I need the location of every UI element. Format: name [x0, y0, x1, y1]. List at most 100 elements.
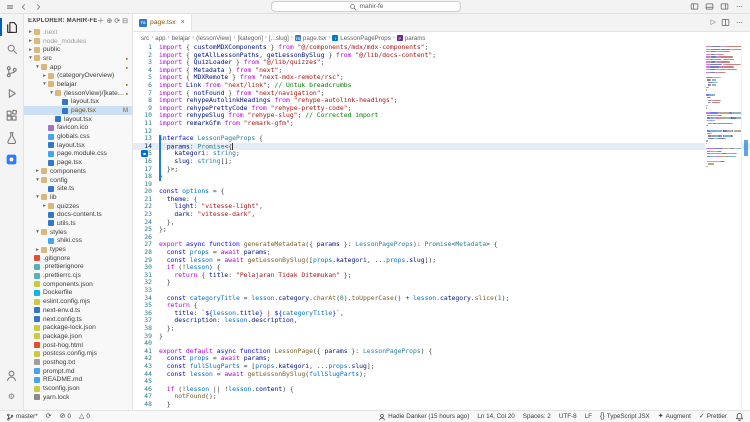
more-icon[interactable]: [735, 18, 744, 27]
tree-item-globals.css[interactable]: globals.css: [24, 132, 132, 141]
breadcrumb--...slug-[interactable]: [...slug]: [269, 35, 289, 42]
status-0[interactable]: ⊘ 0: [60, 413, 71, 420]
status-lf[interactable]: LF: [585, 413, 592, 420]
line-number[interactable]: 8: [133, 97, 159, 105]
tree-item-layout.tsx[interactable]: layout.tsx: [24, 98, 132, 107]
status-0[interactable]: △ 0: [79, 413, 90, 420]
new-file-icon[interactable]: ＋: [97, 18, 104, 25]
tree-item-docs-content.ts[interactable]: docs-content.ts: [24, 210, 132, 219]
status-master[interactable]: master*: [6, 413, 38, 421]
tree-item--lessonView-kategori-...slug-[interactable]: ▾ (lessonView)/[kategori]/[...slug]●: [24, 89, 132, 98]
tree-item-prompt.md[interactable]: prompt.md: [24, 367, 132, 376]
status-augment[interactable]: ✦ Augment: [658, 413, 691, 420]
tab-page.tsx[interactable]: TS page.tsx ×: [133, 14, 192, 31]
status-typescript-jsx[interactable]: {} TypeScript JSX: [600, 413, 650, 420]
tree-item-page.tsx[interactable]: page.tsx: [24, 158, 132, 167]
tree-item-README.md[interactable]: README.md: [24, 376, 132, 385]
tree-item-posthog.txt[interactable]: posthog.txt: [24, 358, 132, 367]
activity-account-icon[interactable]: [0, 364, 24, 386]
tree-item-shiki.css[interactable]: shiki.css: [24, 237, 132, 246]
run-icon[interactable]: ▷: [711, 19, 716, 26]
status-prettier[interactable]: ✓ Prettier: [699, 413, 727, 420]
breadcrumb-src[interactable]: src: [141, 35, 149, 42]
code-line-39[interactable]: 39}: [133, 332, 750, 341]
line-number[interactable]: 6: [133, 81, 159, 90]
tree-item-quizzes[interactable]: ▸ quizzes: [24, 202, 132, 211]
tree-item-layout.tsx[interactable]: layout.tsx: [24, 141, 132, 150]
tree-item-eslint.config.mjs[interactable]: eslint.config.mjs: [24, 297, 132, 306]
lightbulb-icon[interactable]: [141, 150, 148, 158]
tree-item-page.module.css[interactable]: page.module.css: [24, 150, 132, 159]
tree-item-src[interactable]: ▾ src ●: [24, 54, 132, 63]
breadcrumb-belajar[interactable]: belajar: [172, 35, 191, 42]
activity-extensions-icon[interactable]: [0, 104, 24, 126]
code-line-11[interactable]: 11 import remarkGfm from "remark-gfm";: [133, 119, 750, 128]
breadcrumb-app[interactable]: app: [155, 35, 165, 42]
tree-item-favicon.ico[interactable]: favicon.ico: [24, 124, 132, 133]
tree-item-Dockerfile[interactable]: Dockerfile: [24, 289, 132, 298]
new-folder-icon[interactable]: ⊕: [106, 18, 112, 25]
tree-item-yarn.lock[interactable]: yarn.lock: [24, 393, 132, 402]
close-icon[interactable]: ×: [181, 19, 185, 26]
code-line-19[interactable]: 19: [133, 180, 750, 189]
split-editor-icon[interactable]: [721, 18, 730, 27]
code-line-37[interactable]: 37 description: lesson.description,: [133, 317, 750, 325]
code-line-17[interactable]: 17 }>;: [133, 165, 750, 174]
code-line-18[interactable]: 18}: [133, 172, 750, 181]
layout-sidebar-right-icon[interactable]: [720, 2, 729, 11]
code-line-29[interactable]: 29 const lesson = await getLessonBySlug(…: [133, 256, 750, 265]
tree-item-package.json[interactable]: package.json: [24, 332, 132, 341]
tree-item-styles[interactable]: ▾ styles: [24, 228, 132, 237]
git-change-bar[interactable]: [159, 135, 161, 181]
status-ln-14-col-20[interactable]: Ln 14, Col 20: [477, 413, 514, 420]
status-bell[interactable]: [735, 412, 744, 421]
activity-source-control-icon[interactable]: [0, 60, 24, 82]
code-line-31[interactable]: 31 return { title: "Pelajaran Tidak Dite…: [133, 271, 750, 280]
tree-item-next-env.d.ts[interactable]: next-env.d.ts: [24, 306, 132, 315]
code-line-46[interactable]: 46 if (!lesson || !lesson.content) {: [133, 385, 750, 394]
code-line-48[interactable]: 48 }: [133, 400, 750, 409]
tree-item-utils.ts[interactable]: utils.ts: [24, 219, 132, 228]
tree-item--categoryOverview-[interactable]: ▸ (categoryOverview): [24, 71, 132, 80]
tree-item-.prettierignore[interactable]: .prettierignore: [24, 263, 132, 272]
tree-item-.gitignore[interactable]: .gitignore: [24, 254, 132, 263]
overview-ruler[interactable]: [741, 44, 750, 410]
collapse-all-icon[interactable]: ⊟: [122, 18, 128, 25]
line-number[interactable]: 2: [133, 51, 159, 60]
activity-explorer-icon[interactable]: [0, 16, 24, 38]
line-number[interactable]: 4: [133, 66, 159, 75]
tree-item-public[interactable]: ▸ public: [24, 45, 132, 54]
code-line-38[interactable]: 38 };: [133, 324, 750, 333]
line-number[interactable]: 5: [133, 74, 159, 82]
tree-item-config[interactable]: ▾ config: [24, 176, 132, 185]
refresh-icon[interactable]: ⟳: [114, 18, 120, 25]
code-line-47[interactable]: 47 notFound();: [133, 393, 750, 401]
tree-item-package-lock.json[interactable]: package-lock.json: [24, 323, 132, 332]
tree-item-components.json[interactable]: components.json: [24, 280, 132, 289]
line-number[interactable]: 3: [133, 59, 159, 67]
forward-icon[interactable]: [34, 3, 42, 11]
code-line-16[interactable]: 16 slug: string[];: [133, 157, 750, 166]
activity-run-debug-icon[interactable]: [0, 82, 24, 104]
tree-item-types[interactable]: ▸ types: [24, 245, 132, 254]
more-icon[interactable]: [735, 2, 744, 11]
command-center-search[interactable]: mahir-fe: [271, 1, 461, 12]
activity-augment-icon[interactable]: [0, 148, 24, 170]
code-line-25[interactable]: 25};: [133, 225, 750, 234]
tree-item-page.tsx[interactable]: page.tsx M: [24, 106, 132, 115]
breadcrumb--lessonView-[interactable]: (lessonView): [196, 35, 231, 42]
activity-search-icon[interactable]: [0, 38, 24, 60]
tree-item-layout.tsx[interactable]: layout.tsx: [24, 115, 132, 124]
tree-item-.prettierrc.cjs[interactable]: .prettierrc.cjs: [24, 271, 132, 280]
breadcrumb-page.tsx[interactable]: TS page.tsx: [294, 35, 326, 42]
code-line-23[interactable]: 23 dark: "vitesse-dark",: [133, 210, 750, 219]
tree-item-postcss.config.mjs[interactable]: postcss.config.mjs: [24, 349, 132, 358]
code-line-32[interactable]: 32 }: [133, 279, 750, 287]
layout-panel-icon[interactable]: [705, 2, 714, 11]
tree-item-app[interactable]: ▾ app ●: [24, 63, 132, 72]
line-number[interactable]: 1: [133, 43, 159, 52]
tree-item-next.config.ts[interactable]: next.config.ts: [24, 315, 132, 324]
breadcrumb-params[interactable]: Pparams: [396, 35, 425, 42]
line-number[interactable]: 7: [133, 89, 159, 98]
breadcrumb--kategori-[interactable]: [kategori]: [237, 35, 262, 42]
